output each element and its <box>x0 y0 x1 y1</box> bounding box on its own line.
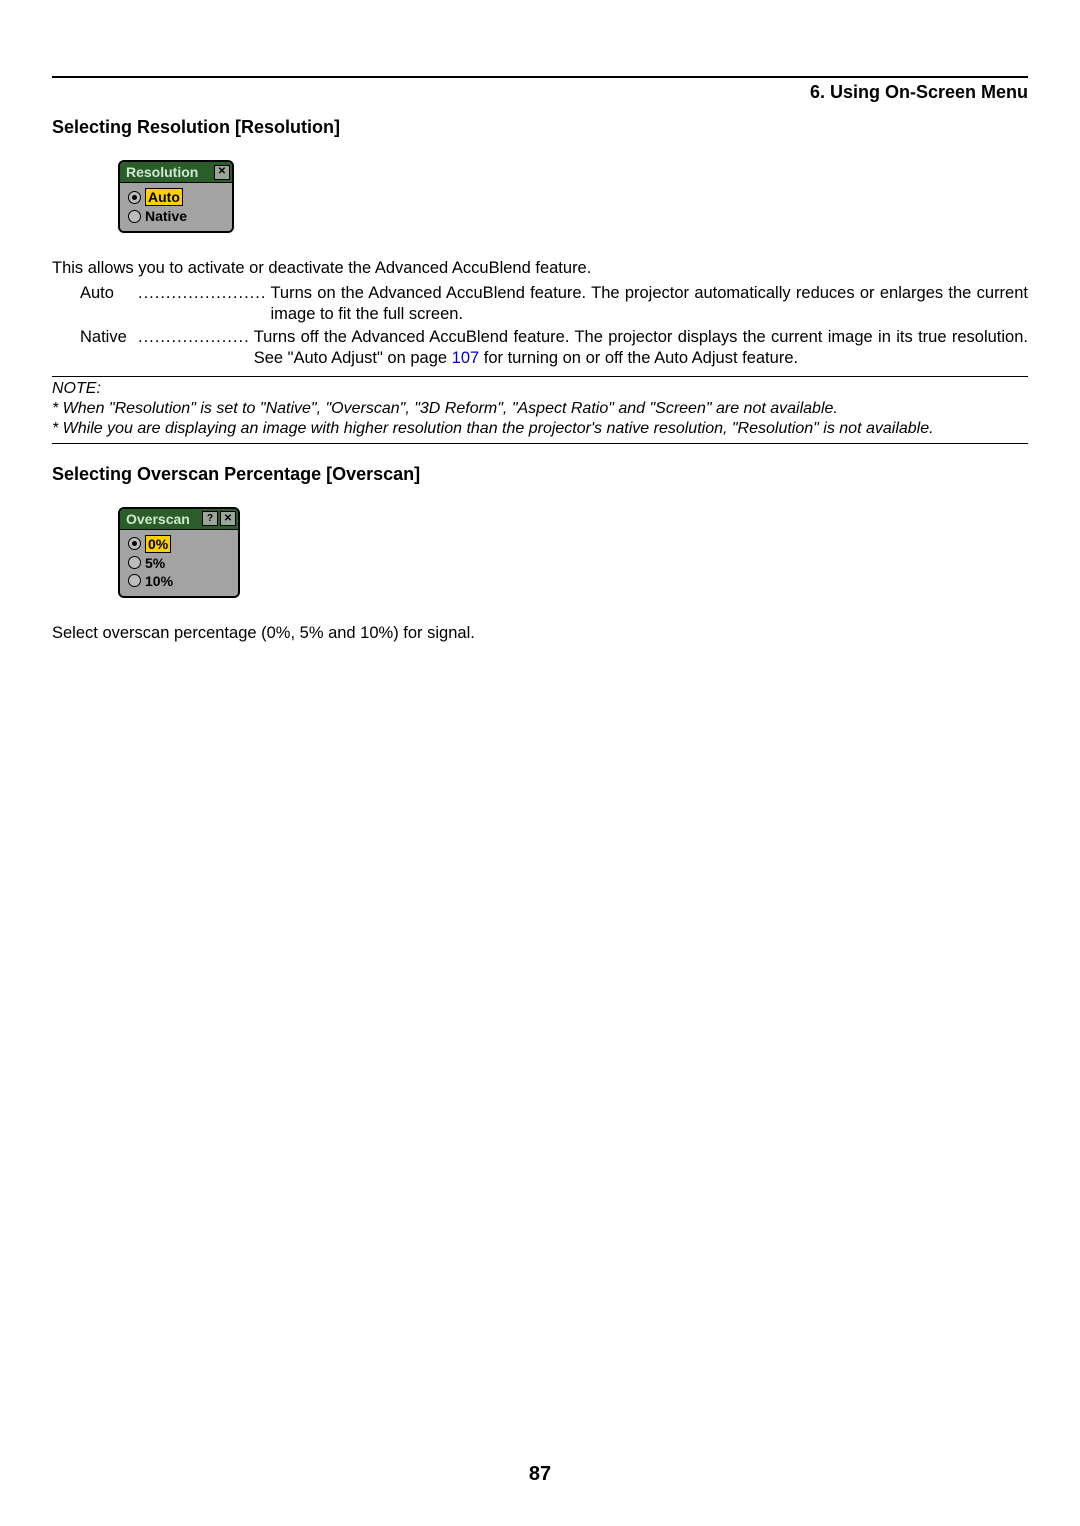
resolution-option-native[interactable]: Native <box>128 207 224 225</box>
resolution-menu-body: Auto Native <box>120 183 232 231</box>
help-icon[interactable]: ? <box>202 511 218 526</box>
radio-unselected-icon <box>128 574 141 587</box>
chapter-title: 6. Using On-Screen Menu <box>52 82 1028 103</box>
overscan-option-0-label: 0% <box>145 535 171 553</box>
overscan-option-10-label: 10% <box>145 573 173 589</box>
header-rule <box>52 76 1028 78</box>
def-native-row: Native .................... Turns off th… <box>80 327 1028 369</box>
overscan-option-0[interactable]: 0% <box>128 534 230 554</box>
resolution-option-native-label: Native <box>145 208 187 224</box>
note-line-1: * When "Resolution" is set to "Native", … <box>52 400 838 417</box>
overscan-option-10[interactable]: 10% <box>128 572 230 590</box>
def-auto-row: Auto ....................... Turns on th… <box>80 283 1028 325</box>
page-number: 87 <box>0 1463 1080 1486</box>
def-native-dots: .................... <box>138 327 254 369</box>
resolution-option-auto-label: Auto <box>145 188 183 206</box>
section-heading-overscan: Selecting Overscan Percentage [Overscan] <box>52 464 1028 485</box>
radio-selected-icon <box>128 191 141 204</box>
resolution-menu-titlebar: Resolution ✕ <box>120 162 232 183</box>
def-native-desc-part2: for turning on or off the Auto Adjust fe… <box>479 349 798 367</box>
note-label: NOTE: <box>52 379 1028 399</box>
resolution-menu-screenshot: Resolution ✕ Auto Native <box>118 160 234 233</box>
def-native-term: Native <box>80 327 138 369</box>
resolution-intro-text: This allows you to activate or deactivat… <box>52 258 1028 279</box>
radio-unselected-icon <box>128 210 141 223</box>
def-auto-term: Auto <box>80 283 138 325</box>
overscan-option-5-label: 5% <box>145 555 165 571</box>
overscan-menu-body: 0% 5% 10% <box>120 530 238 596</box>
resolution-note-block: NOTE: * When "Resolution" is set to "Nat… <box>52 376 1028 444</box>
resolution-menu-title: Resolution <box>126 164 198 180</box>
overscan-body-text: Select overscan percentage (0%, 5% and 1… <box>52 623 1028 644</box>
overscan-menu-screenshot: Overscan ? ✕ 0% 5% 10% <box>118 507 240 598</box>
section-heading-resolution: Selecting Resolution [Resolution] <box>52 117 1028 138</box>
resolution-definitions: Auto ....................... Turns on th… <box>80 283 1028 369</box>
radio-unselected-icon <box>128 556 141 569</box>
resolution-option-auto[interactable]: Auto <box>128 187 224 207</box>
overscan-option-5[interactable]: 5% <box>128 554 230 572</box>
close-icon[interactable]: ✕ <box>220 511 236 526</box>
radio-selected-icon <box>128 537 141 550</box>
overscan-menu-title: Overscan <box>126 511 190 527</box>
section-resolution: Selecting Resolution [Resolution] Resolu… <box>52 117 1028 444</box>
section-overscan: Selecting Overscan Percentage [Overscan]… <box>52 464 1028 644</box>
page-link-107[interactable]: 107 <box>452 349 480 367</box>
close-icon[interactable]: ✕ <box>214 165 230 180</box>
def-auto-dots: ....................... <box>138 283 270 325</box>
overscan-menu-titlebar: Overscan ? ✕ <box>120 509 238 530</box>
def-native-desc: Turns off the Advanced AccuBlend feature… <box>254 327 1028 369</box>
def-auto-desc: Turns on the Advanced AccuBlend feature.… <box>270 283 1028 325</box>
note-line-2: * While you are displaying an image with… <box>52 420 934 437</box>
